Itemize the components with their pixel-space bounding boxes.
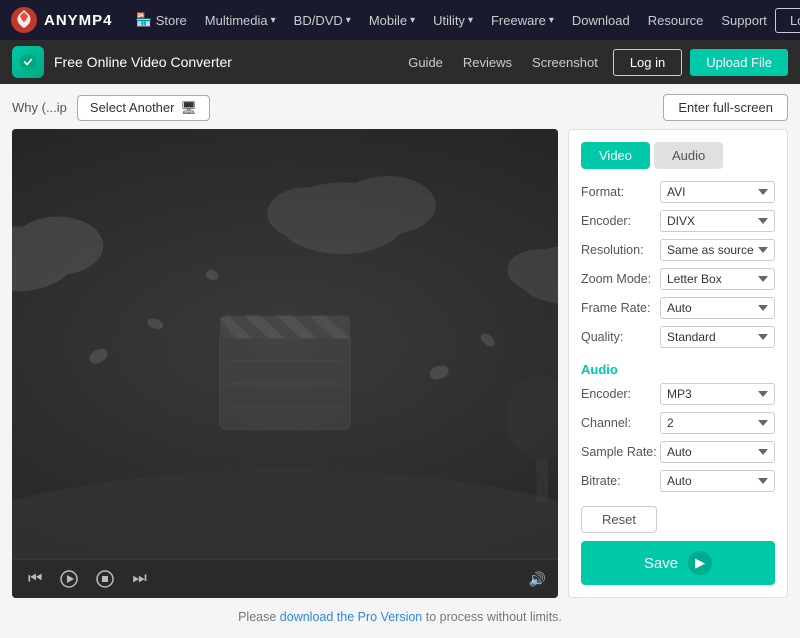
nav-item-freeware[interactable]: Freeware ▾ xyxy=(483,7,562,34)
top-nav-items: 🏪 Store Multimedia ▾ BD/DVD ▾ Mobile ▾ U… xyxy=(128,6,775,34)
tab-video[interactable]: Video xyxy=(581,142,650,169)
app-logo-icon xyxy=(12,46,44,78)
frame-rate-select[interactable]: Auto xyxy=(660,297,775,319)
select-another-button[interactable]: Select Another 🖥 xyxy=(77,95,210,121)
pro-version-link[interactable]: download the Pro Version xyxy=(280,610,422,624)
video-settings-rows: Format: AVI Encoder: DIVX Resolution: Sa… xyxy=(581,181,775,348)
setting-resolution: Resolution: Same as source xyxy=(581,239,775,261)
anymp4-logo-icon xyxy=(10,6,38,34)
setting-encoder: Encoder: DIVX xyxy=(581,210,775,232)
save-arrow-icon: ▶ xyxy=(688,551,712,575)
video-viewport xyxy=(12,129,558,559)
logo-text: ANYMP4 xyxy=(44,12,113,29)
upload-file-button[interactable]: Upload File xyxy=(690,49,788,76)
log-in-button[interactable]: Log in xyxy=(613,49,682,76)
screenshot-link[interactable]: Screenshot xyxy=(532,55,598,70)
resolution-select[interactable]: Same as source xyxy=(660,239,775,261)
nav-item-mobile[interactable]: Mobile ▾ xyxy=(361,7,423,34)
nav-item-multimedia[interactable]: Multimedia ▾ xyxy=(197,7,284,34)
controls-bar: ⏮ ⏭ 🔊 xyxy=(12,559,558,598)
fast-forward-button[interactable]: ⏭ xyxy=(128,568,150,590)
zoom-mode-select[interactable]: Letter Box xyxy=(660,268,775,290)
setting-frame-rate: Frame Rate: Auto xyxy=(581,297,775,319)
chevron-down-icon: ▾ xyxy=(271,15,276,26)
setting-zoom-mode: Zoom Mode: Letter Box xyxy=(581,268,775,290)
audio-section-title: Audio xyxy=(581,362,775,377)
setting-format: Format: AVI xyxy=(581,181,775,203)
reset-button[interactable]: Reset xyxy=(581,506,657,533)
second-navigation: Free Online Video Converter Guide Review… xyxy=(0,40,800,84)
toolbar-left: Why (...ip Select Another 🖥 xyxy=(12,95,210,121)
chevron-down-icon: ▾ xyxy=(346,15,351,26)
play-button[interactable] xyxy=(56,568,82,590)
content-area: Why (...ip Select Another 🖥 Enter full-s… xyxy=(0,84,800,638)
audio-encoder-select[interactable]: MP3 xyxy=(660,383,775,405)
login-button[interactable]: Login xyxy=(775,8,800,33)
logo-area: ANYMP4 xyxy=(10,6,113,34)
stop-button[interactable] xyxy=(92,568,118,590)
bottom-bar: Please download the Pro Version to proce… xyxy=(12,606,788,628)
nav-item-store[interactable]: 🏪 Store xyxy=(128,6,195,34)
main-panels: ⏮ ⏭ 🔊 xyxy=(12,129,788,598)
sample-rate-select[interactable]: Auto xyxy=(660,441,775,463)
chevron-down-icon: ▾ xyxy=(410,15,415,26)
setting-bitrate: Bitrate: Auto xyxy=(581,470,775,492)
nav-item-resource[interactable]: Resource xyxy=(640,7,712,34)
app-title: Free Online Video Converter xyxy=(54,54,408,70)
format-select[interactable]: AVI xyxy=(660,181,775,203)
encoder-select[interactable]: DIVX xyxy=(660,210,775,232)
why-text: Why (...ip xyxy=(12,100,67,115)
guide-link[interactable]: Guide xyxy=(408,55,443,70)
top-navigation: ANYMP4 🏪 Store Multimedia ▾ BD/DVD ▾ Mob… xyxy=(0,0,800,40)
store-icon: 🏪 xyxy=(136,12,152,28)
channel-select[interactable]: 2 xyxy=(660,412,775,434)
nav-item-bddvd[interactable]: BD/DVD ▾ xyxy=(286,7,359,34)
second-nav-links: Guide Reviews Screenshot xyxy=(408,55,598,70)
nav-item-download[interactable]: Download xyxy=(564,7,638,34)
setting-audio-encoder: Encoder: MP3 xyxy=(581,383,775,405)
rewind-button[interactable]: ⏮ xyxy=(24,568,46,590)
video-panel: ⏮ ⏭ 🔊 xyxy=(12,129,558,598)
monitor-icon: 🖥 xyxy=(180,100,197,116)
settings-panel: Video Audio Format: AVI Encoder: DIVX xyxy=(568,129,788,598)
setting-quality: Quality: Standard xyxy=(581,326,775,348)
reviews-link[interactable]: Reviews xyxy=(463,55,512,70)
bitrate-select[interactable]: Auto xyxy=(660,470,775,492)
quality-select[interactable]: Standard xyxy=(660,326,775,348)
setting-channel: Channel: 2 xyxy=(581,412,775,434)
panel-tabs: Video Audio xyxy=(581,142,775,169)
save-button[interactable]: Save ▶ xyxy=(581,541,775,585)
fullscreen-button[interactable]: Enter full-screen xyxy=(663,94,788,121)
video-scene xyxy=(12,129,558,559)
nav-item-utility[interactable]: Utility ▾ xyxy=(425,7,481,34)
nav-item-support[interactable]: Support xyxy=(713,7,775,34)
tab-audio[interactable]: Audio xyxy=(654,142,723,169)
setting-sample-rate: Sample Rate: Auto xyxy=(581,441,775,463)
chevron-down-icon: ▾ xyxy=(468,15,473,26)
toolbar-row: Why (...ip Select Another 🖥 Enter full-s… xyxy=(12,94,788,121)
volume-icon: 🔊 xyxy=(529,571,546,588)
chevron-down-icon: ▾ xyxy=(549,15,554,26)
audio-settings-rows: Encoder: MP3 Channel: 2 Sample Rate: Aut… xyxy=(581,383,775,492)
